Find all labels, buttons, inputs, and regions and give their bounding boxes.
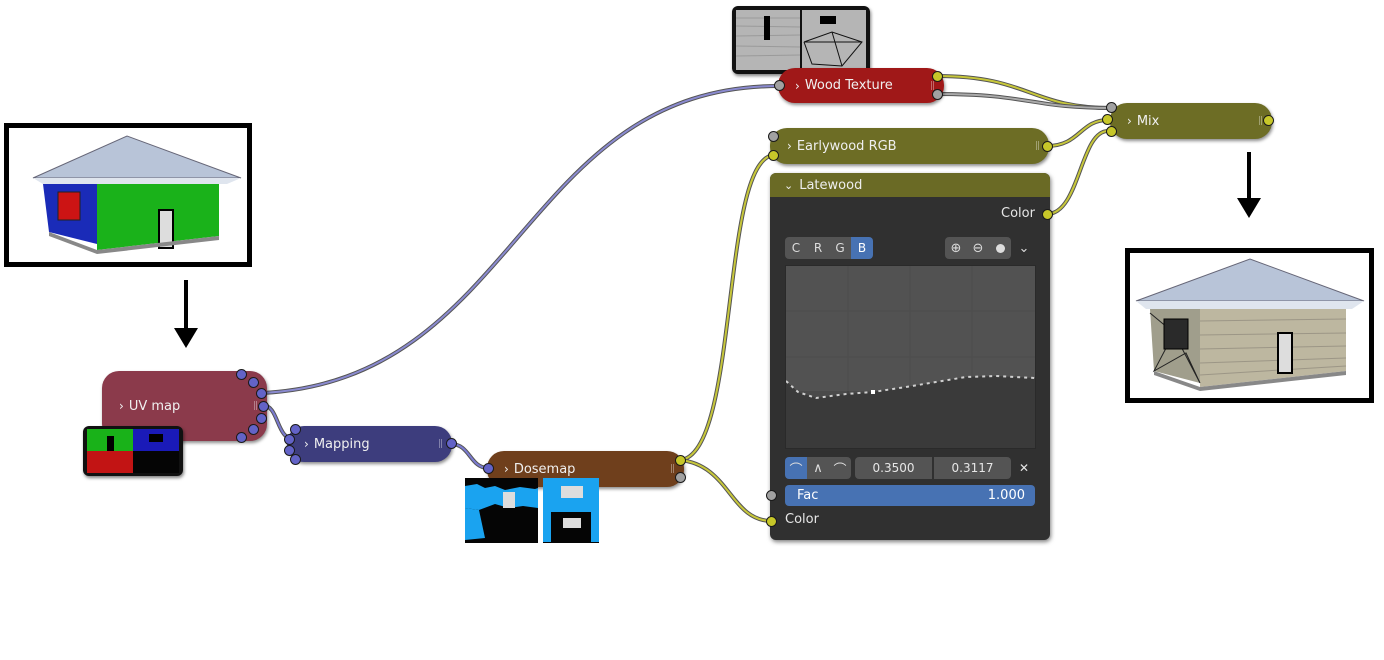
dosemap-output-socket-2[interactable]	[675, 472, 686, 483]
grip-icon[interactable]: ||	[253, 401, 258, 411]
wood-texture-label: Wood Texture	[804, 78, 893, 93]
mapping-node[interactable]: › Mapping ||	[287, 426, 452, 462]
uv-map-label: UV map	[128, 398, 181, 414]
wood-texture-input-socket[interactable]	[774, 80, 785, 91]
wire-wood-to-mix	[936, 74, 1113, 110]
channel-g-button[interactable]: G	[829, 237, 851, 259]
mapping-label: Mapping	[313, 436, 370, 452]
curve-graph[interactable]	[785, 265, 1036, 449]
grip-icon[interactable]: ||	[1258, 116, 1263, 126]
wire-dosemap-to-earlywood	[679, 153, 776, 462]
latewood-input-color-socket[interactable]	[766, 516, 777, 527]
wire-uv-to-wood	[261, 84, 780, 395]
uv-map-output-socket-2[interactable]	[248, 377, 259, 388]
mix-input-socket-1[interactable]	[1106, 102, 1117, 113]
latewood-output-socket[interactable]	[1042, 209, 1053, 220]
channel-b-button[interactable]: B	[851, 237, 873, 259]
fac-input-socket[interactable]	[766, 490, 777, 501]
uv-map-output-socket-1[interactable]	[236, 369, 247, 380]
dosemap-output-socket-1[interactable]	[675, 455, 686, 466]
fac-value: 1.000	[987, 488, 1025, 503]
zoom-out-icon[interactable]: ⊖	[967, 237, 989, 259]
uv-map-output-socket-7[interactable]	[236, 432, 247, 443]
chevron-right-icon[interactable]: ›	[119, 399, 124, 413]
latewood-header[interactable]: ⌄ Latewood	[770, 173, 1050, 197]
down-arrow-right-head	[1237, 198, 1261, 218]
output-house-frame	[1125, 248, 1374, 403]
house-uv-colored-image	[32, 135, 242, 254]
channel-r-button[interactable]: R	[807, 237, 829, 259]
uv-map-output-socket-4[interactable]	[258, 401, 269, 412]
down-arrow-right	[1247, 152, 1251, 202]
latewood-input-color-label: Color	[785, 512, 819, 527]
earlywood-rgb-node[interactable]: › Earlywood RGB ||	[770, 128, 1049, 164]
house-wood-textured-image	[1135, 258, 1365, 391]
point-x-field[interactable]: 0.3500	[855, 457, 932, 479]
chevron-right-icon[interactable]: ›	[787, 139, 792, 153]
latewood-title: Latewood	[799, 177, 863, 193]
chevron-down-icon[interactable]: ⌄	[784, 179, 793, 192]
mapping-input-socket-2[interactable]	[284, 434, 295, 445]
point-y-field[interactable]: 0.3117	[934, 457, 1011, 479]
earlywood-rgb-label: Earlywood RGB	[796, 138, 897, 154]
mix-label: Mix	[1136, 113, 1160, 129]
chevron-right-icon[interactable]: ›	[1127, 114, 1132, 128]
latewood-output-label: Color	[1001, 206, 1035, 221]
smooth-handle-icon[interactable]: ⌒	[785, 457, 807, 479]
grip-icon[interactable]: ||	[438, 439, 443, 449]
fac-label: Fac	[797, 488, 819, 503]
down-arrow-left-head	[174, 328, 198, 348]
reset-view-icon[interactable]	[989, 237, 1011, 259]
uv-map-output-socket-3[interactable]	[256, 388, 267, 399]
wood-texture-node[interactable]: › Wood Texture ||	[778, 68, 944, 103]
mix-node[interactable]: › Mix ||	[1110, 103, 1272, 139]
wire-dosemap-to-latewood	[679, 458, 773, 523]
vector-handle-icon[interactable]: ∧	[807, 457, 829, 479]
close-icon[interactable]: ✕	[1013, 457, 1035, 479]
chevron-right-icon[interactable]: ›	[304, 437, 309, 451]
grip-icon[interactable]: ||	[670, 464, 675, 474]
down-arrow-left	[184, 280, 188, 332]
mapping-input-socket-1[interactable]	[290, 424, 301, 435]
input-house-frame	[4, 123, 252, 267]
uv-map-output-socket-6[interactable]	[248, 424, 259, 435]
auto-handle-icon[interactable]: ⌒	[829, 457, 851, 479]
wood-texture-preview	[732, 6, 870, 74]
mapping-output-socket[interactable]	[446, 438, 457, 449]
uv-map-preview	[83, 426, 183, 476]
earlywood-output-socket[interactable]	[1042, 141, 1053, 152]
chevron-right-icon[interactable]: ›	[504, 462, 509, 476]
wood-texture-output-socket-2[interactable]	[932, 89, 943, 100]
dosemap-input-socket[interactable]	[483, 463, 494, 474]
dosemap-label: Dosemap	[513, 461, 576, 477]
zoom-in-icon[interactable]: ⊕	[945, 237, 967, 259]
grip-icon[interactable]: ||	[1035, 141, 1040, 151]
curve-control-point	[871, 390, 875, 394]
earlywood-input-socket-1[interactable]	[768, 131, 779, 142]
chevron-down-icon[interactable]: ⌄	[1013, 237, 1035, 259]
channel-c-button[interactable]: C	[785, 237, 807, 259]
mapping-input-socket-4[interactable]	[290, 454, 301, 465]
fac-slider[interactable]: Fac 1.000	[785, 485, 1035, 506]
wood-texture-output-socket-1[interactable]	[932, 71, 943, 82]
earlywood-input-socket-2[interactable]	[768, 150, 779, 161]
dosemap-preview-2	[543, 478, 599, 543]
mix-input-socket-3[interactable]	[1106, 126, 1117, 137]
chevron-right-icon[interactable]: ›	[795, 79, 800, 93]
uv-map-output-socket-5[interactable]	[256, 413, 267, 424]
mix-input-socket-2[interactable]	[1102, 114, 1113, 125]
dosemap-preview-1	[465, 478, 538, 543]
mix-output-socket[interactable]	[1263, 115, 1274, 126]
